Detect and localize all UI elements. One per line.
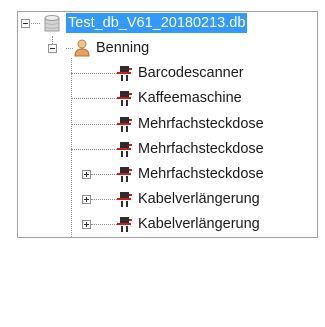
device-icon — [117, 167, 132, 182]
tree-item-label[interactable]: Kabelverlängerung — [136, 189, 262, 209]
tree-connector — [91, 224, 117, 225]
tree-connector — [91, 199, 117, 200]
tree-item-label[interactable]: Barcodescanner — [136, 63, 246, 83]
expand-toggle[interactable] — [82, 220, 91, 229]
device-icon — [117, 117, 132, 132]
tree-item-label[interactable]: Kaffeemaschine — [136, 88, 244, 108]
tree-connector — [71, 149, 117, 150]
device-icon — [117, 142, 132, 157]
device-icon — [117, 66, 132, 81]
group-node-label[interactable]: Benning — [94, 38, 151, 58]
database-icon — [44, 15, 60, 32]
group-collapse-toggle[interactable] — [48, 44, 57, 53]
device-icon — [117, 217, 132, 232]
device-icon — [117, 192, 132, 207]
root-collapse-toggle[interactable] — [21, 19, 30, 28]
tree-connector — [71, 73, 117, 74]
user-icon — [74, 39, 90, 57]
root-node-label[interactable]: Test_db_V61_20180213.db — [66, 13, 248, 33]
device-icon — [117, 91, 132, 106]
tree-item-label[interactable]: Kabelverlängerung — [136, 214, 262, 234]
tree-view[interactable]: Test_db_V61_20180213.db Benning Barcodes… — [17, 11, 318, 238]
expand-toggle[interactable] — [82, 170, 91, 179]
tree-connector — [71, 98, 117, 99]
tree-connector — [91, 174, 117, 175]
tree-connector — [31, 23, 40, 24]
tree-connector — [71, 124, 117, 125]
expand-toggle[interactable] — [82, 195, 91, 204]
tree-item-label[interactable]: Mehrfachsteckdose — [136, 114, 266, 134]
tree-connector — [71, 58, 72, 237]
tree-item-label[interactable]: Mehrfachsteckdose — [136, 164, 266, 184]
tree-item-label[interactable]: Mehrfachsteckdose — [136, 139, 266, 159]
